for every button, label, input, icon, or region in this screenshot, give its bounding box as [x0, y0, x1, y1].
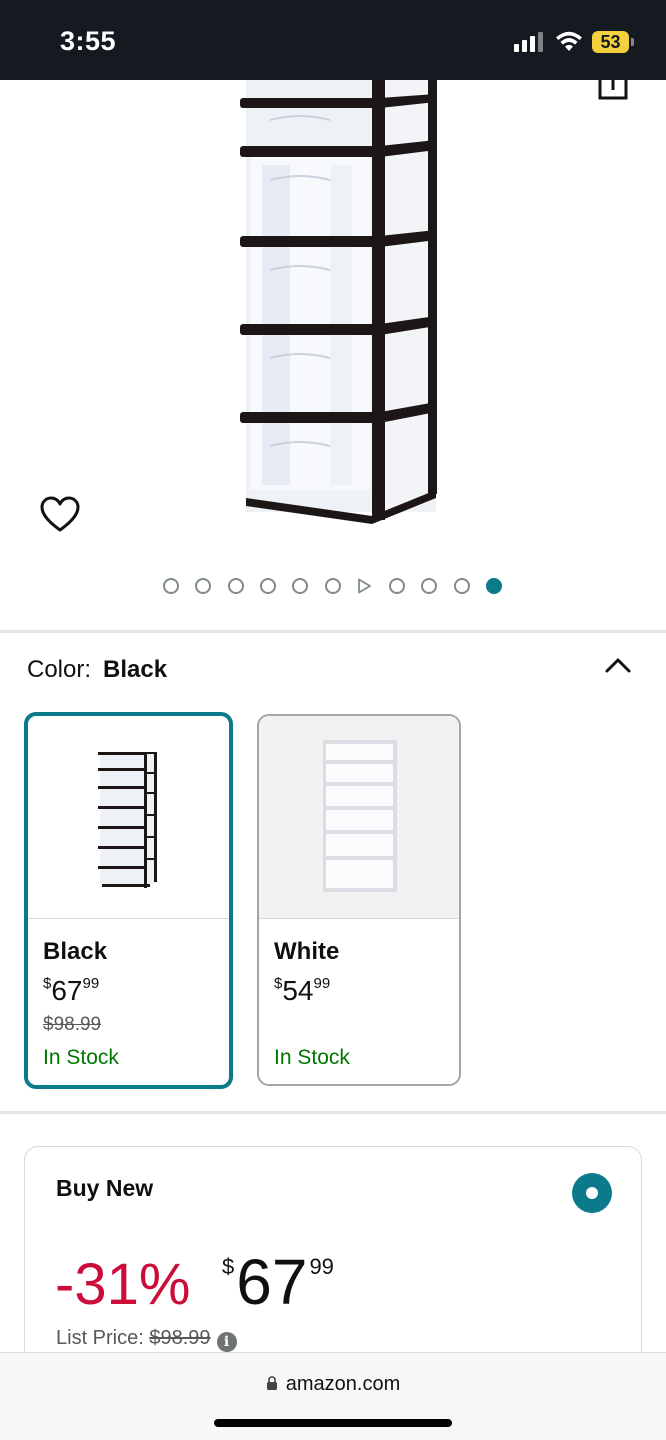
carousel-dot[interactable] [325, 578, 341, 594]
price-fraction: 99 [82, 975, 100, 992]
share-icon[interactable] [598, 80, 628, 100]
swatch-list-price: $98.99 [43, 1014, 102, 1035]
buy-new-title: Buy New [56, 1175, 154, 1201]
section-divider [0, 1111, 666, 1114]
carousel-dot[interactable] [292, 578, 308, 594]
battery-icon: 53 [592, 31, 629, 53]
color-label-text: Color: [27, 656, 92, 683]
selected-color-value: Black [103, 656, 168, 683]
status-bar: 3:55 53 [0, 0, 666, 80]
carousel-dot[interactable] [163, 578, 179, 594]
list-price-label: List Price: [56, 1327, 144, 1349]
status-time: 3:55 [60, 26, 117, 56]
url-display[interactable]: amazon.com [0, 1373, 666, 1396]
swatch-image-white [259, 716, 459, 919]
carousel-dots [0, 578, 666, 596]
carousel-dot[interactable] [195, 578, 211, 594]
lock-icon [266, 1376, 277, 1390]
home-indicator [214, 1419, 452, 1427]
url-text: amazon.com [285, 1373, 401, 1395]
price-fraction: 99 [309, 1254, 334, 1279]
carousel-dot[interactable] [421, 578, 437, 594]
list-price: List Price: $98.99 i [56, 1327, 237, 1352]
section-divider [0, 630, 666, 633]
swatch-thumbnail [323, 740, 397, 892]
signal-icon [514, 32, 544, 52]
price-fraction: 99 [313, 975, 331, 992]
price-whole: 67 [236, 1246, 308, 1318]
swatch-stock-status: In Stock [274, 1046, 350, 1069]
carousel-dot[interactable] [228, 578, 244, 594]
list-price-value: $98.99 [149, 1327, 211, 1349]
swatch-thumbnail [98, 752, 157, 888]
carousel-dot[interactable] [454, 578, 470, 594]
price-whole: 67 [51, 975, 83, 1006]
swatch-price: $5499 [274, 975, 330, 1007]
carousel-dot-active[interactable] [486, 578, 502, 594]
info-icon[interactable]: i [216, 1332, 237, 1352]
product-image-carousel[interactable] [0, 80, 666, 550]
price-whole: 54 [282, 975, 314, 1006]
color-swatch-black[interactable]: Black $6799 $98.99 In Stock [24, 712, 233, 1089]
chevron-up-icon[interactable] [604, 654, 632, 674]
video-play-icon[interactable] [356, 578, 372, 594]
buy-new-radio[interactable] [572, 1173, 612, 1213]
heart-icon[interactable] [40, 496, 80, 534]
discount-percentage: -31% [55, 1252, 191, 1317]
buy-new-price: $6799 [222, 1245, 334, 1319]
carousel-dot[interactable] [260, 578, 276, 594]
browser-url-bar[interactable]: amazon.com [0, 1352, 666, 1440]
product-image [240, 80, 628, 524]
swatch-price: $6799 [43, 975, 99, 1007]
battery-cap [631, 38, 634, 46]
swatch-stock-status: In Stock [43, 1046, 119, 1069]
swatch-name: Black [43, 938, 108, 965]
color-label: Color: Black [27, 656, 167, 684]
carousel-dot[interactable] [389, 578, 405, 594]
color-swatch-white[interactable]: White $5499 In Stock [257, 714, 461, 1086]
swatch-name: White [274, 938, 340, 965]
wifi-icon [556, 31, 582, 51]
swatch-image-black [28, 716, 229, 919]
price-symbol: $ [222, 1254, 235, 1279]
